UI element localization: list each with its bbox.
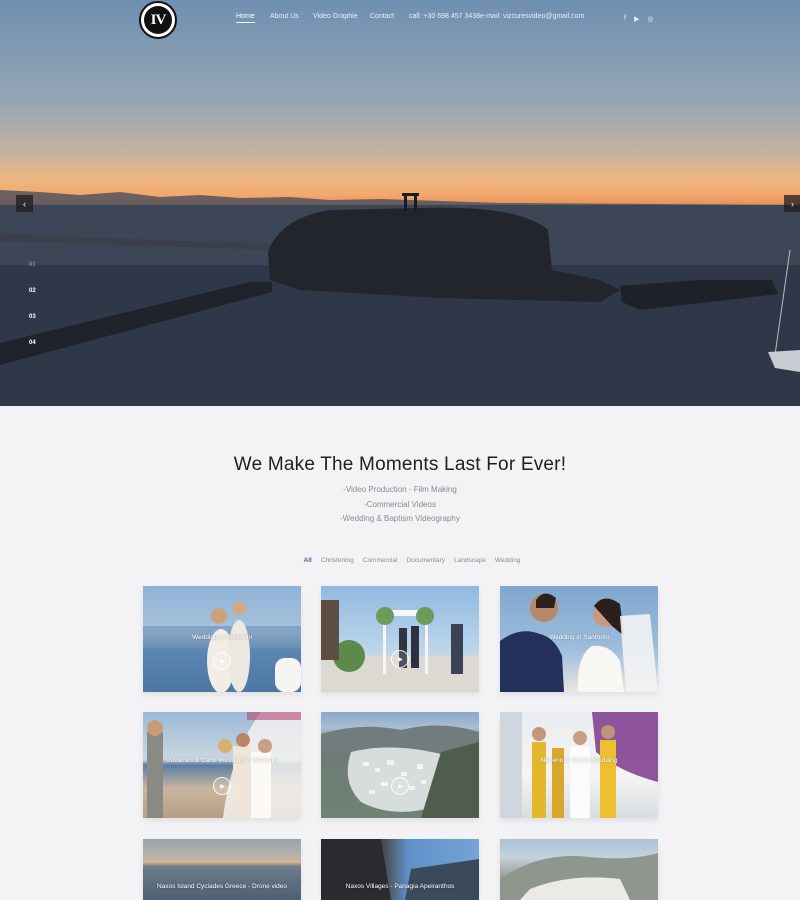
service-item: -Commercial Videos — [364, 499, 436, 509]
portfolio-item[interactable]: Wedding in Santorini — [500, 586, 658, 692]
slider-bullet-4[interactable]: 04 — [29, 340, 36, 346]
play-icon: ▶ — [391, 650, 409, 668]
nav-contact[interactable]: Contact — [370, 13, 394, 20]
nav-video-graphie[interactable]: Video Graphie — [313, 13, 358, 20]
portfolio-item[interactable]: ▶ — [321, 586, 479, 692]
service-item: -Video Production - Film Making — [343, 485, 457, 494]
thumbnail-image — [321, 600, 479, 692]
page-headline: We Make The Moments Last For Ever! — [233, 454, 567, 475]
site-logo[interactable]: IV — [139, 1, 177, 39]
portfolio-item[interactable]: Naxos Villages - Panagia Apeiranthos — [321, 839, 479, 900]
portfolio-caption: Davaines & Carlo Wedding in Santorini — [165, 757, 279, 764]
filter-wedding[interactable]: Wedding — [495, 557, 521, 564]
filter-commercial[interactable]: Commercial — [363, 557, 398, 564]
nav-about-us[interactable]: About Us — [270, 13, 299, 20]
thumbnail-image — [500, 853, 658, 900]
slider-bullet-3[interactable]: 03 — [29, 314, 36, 320]
play-icon: ▶ — [391, 777, 409, 795]
portfolio-caption: Wedding in Santorini — [192, 634, 252, 641]
thumbnail-image — [147, 712, 301, 818]
services-list: -Video Production - Film Making -Commerc… — [0, 483, 800, 527]
youtube-icon[interactable]: ▶ — [634, 15, 639, 23]
slider-bullet-2[interactable]: 02 — [29, 288, 36, 294]
filter-documentary[interactable]: Documentary — [406, 557, 445, 564]
slider-next-button[interactable]: › — [784, 195, 800, 212]
portfolio-item[interactable]: Davaines & Carlo Wedding in Santorini ▶ — [143, 712, 301, 818]
instagram-icon[interactable]: ◎ — [647, 15, 653, 23]
portfolio-item[interactable]: Wedding in Santorini ▶ — [143, 586, 301, 692]
thumbnail-image — [321, 725, 479, 818]
nav-email[interactable]: e-mail: vizcuresvideo@gmail.com — [480, 13, 584, 20]
portfolio-item[interactable] — [500, 839, 658, 900]
play-icon: ▶ — [213, 652, 231, 670]
hero-image — [0, 190, 800, 406]
facebook-icon[interactable]: f — [624, 15, 626, 23]
filter-all[interactable]: All — [304, 557, 312, 564]
filter-christening[interactable]: Christening — [321, 557, 354, 564]
hero-slider: IV Home About Us Video Graphie Contact c… — [0, 0, 800, 406]
portfolio-caption: Naxos Villages - Panagia Apeiranthos — [345, 883, 455, 890]
slider-bullet-1[interactable]: 01 — [29, 262, 36, 268]
portfolio-caption: Naxos Island Cyclades Greece - Drone vid… — [156, 883, 288, 890]
thumbnail-image — [500, 712, 658, 818]
portfolio-caption: Neneno & Tamas Wedding — [540, 757, 618, 764]
slider-prev-button[interactable]: ‹ — [16, 195, 33, 212]
service-item: -Wedding & Baptism Videography — [340, 514, 460, 523]
nav-call[interactable]: call: +30 698 457 3438 — [409, 13, 480, 20]
portfolio-item[interactable]: Neneno & Tamas Wedding — [500, 712, 658, 818]
nav-home[interactable]: Home — [236, 13, 255, 23]
chevron-right-icon: › — [791, 198, 794, 209]
portfolio-item[interactable]: ▶ — [321, 712, 479, 818]
chevron-left-icon: ‹ — [23, 198, 26, 209]
filter-landscape[interactable]: Landscape — [454, 557, 486, 564]
logo-text: IV — [144, 6, 172, 34]
portfolio-caption: Wedding in Santorini — [549, 634, 609, 641]
social-links: f ▶ ◎ — [624, 15, 653, 23]
portfolio-item[interactable]: Naxos Island Cyclades Greece - Drone vid… — [143, 839, 301, 900]
play-icon: ▶ — [213, 777, 231, 795]
portfolio-filters: All Christening Commercial Documentary L… — [12, 557, 800, 564]
